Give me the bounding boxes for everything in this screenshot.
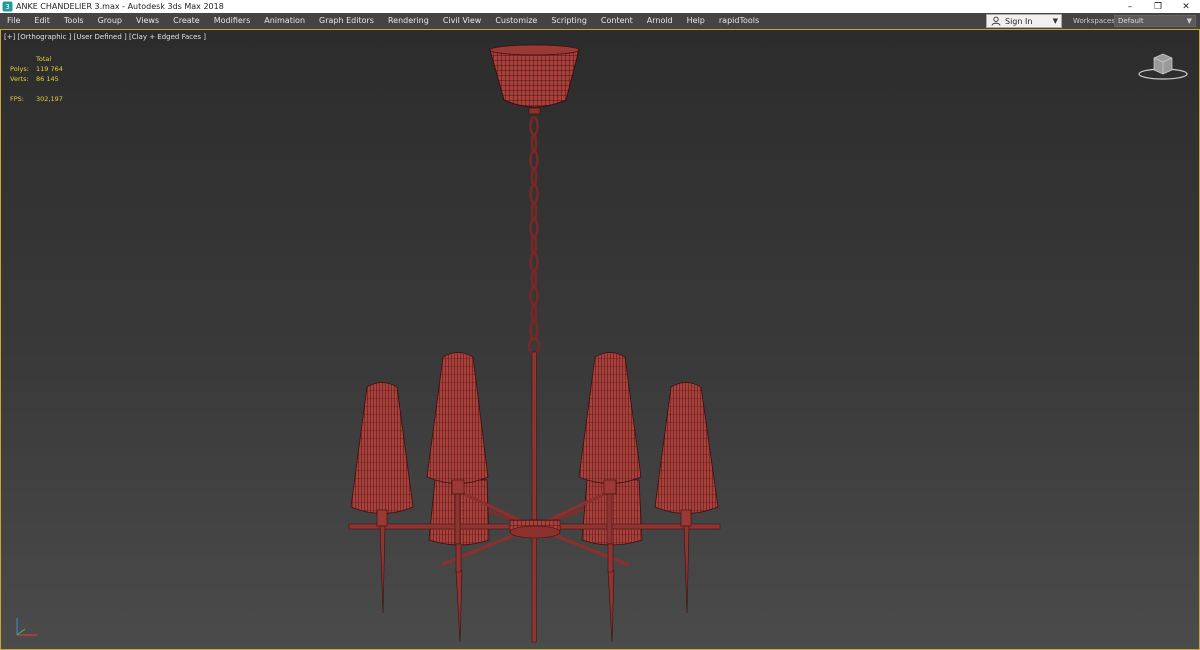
shade-far-right <box>654 382 719 614</box>
user-icon <box>991 16 1001 26</box>
menu-modifiers[interactable]: Modifiers <box>207 13 258 29</box>
polys-label: Polys: <box>10 65 29 73</box>
axis-tripod-icon <box>16 618 37 636</box>
viewport-label[interactable]: [+] [Orthographic ] [User Defined ] [Cla… <box>4 33 206 41</box>
perspective-viewport[interactable]: [+] [Orthographic ] [User Defined ] [Cla… <box>0 29 1200 650</box>
menu-graph-editors[interactable]: Graph Editors <box>312 13 381 29</box>
sign-in-dropdown[interactable]: Sign In ▼ <box>986 14 1062 28</box>
chevron-down-icon: ▼ <box>1052 17 1058 25</box>
viewcube-icon[interactable] <box>1137 52 1189 82</box>
menu-rapidtools[interactable]: rapidTools <box>712 13 766 29</box>
menu-content[interactable]: Content <box>594 13 640 29</box>
menu-help[interactable]: Help <box>680 13 712 29</box>
verts-value: 86 145 <box>36 75 59 83</box>
3ds-max-logo-icon: 3 <box>2 1 13 12</box>
menu-file[interactable]: File <box>0 13 27 29</box>
restore-button[interactable]: ❐ <box>1144 0 1172 13</box>
statistics-overlay: Total Polys: 119 764 Verts: 86 145 FPS: … <box>10 54 63 104</box>
svg-text:3: 3 <box>5 3 9 11</box>
window-title: ANKE CHANDELIER 3.max - Autodesk 3ds Max… <box>16 2 224 11</box>
minimize-button[interactable]: – <box>1116 0 1144 13</box>
sign-in-label: Sign In <box>1005 16 1033 26</box>
menu-group[interactable]: Group <box>91 13 129 29</box>
ceiling-canopy <box>489 44 580 115</box>
fps-value: 302,197 <box>36 95 63 103</box>
workspaces-label: Workspaces: <box>1073 17 1118 25</box>
menu-views[interactable]: Views <box>129 13 166 29</box>
menu-customize[interactable]: Customize <box>488 13 544 29</box>
menu-animation[interactable]: Animation <box>257 13 312 29</box>
menu-bar: File Edit Tools Group Views Create Modif… <box>0 13 1200 29</box>
stats-polys-row: Polys: 119 764 <box>10 64 63 74</box>
menu-scripting[interactable]: Scripting <box>544 13 594 29</box>
workspaces-select[interactable]: Default ▼ <box>1114 15 1196 27</box>
menu-civil-view[interactable]: Civil View <box>436 13 489 29</box>
menu-tools[interactable]: Tools <box>57 13 91 29</box>
verts-label: Verts: <box>10 75 29 83</box>
chain <box>527 115 541 356</box>
chevron-down-icon: ▼ <box>1186 17 1192 25</box>
menu-create[interactable]: Create <box>166 13 207 29</box>
polys-value: 119 764 <box>36 65 63 73</box>
fps-label: FPS: <box>10 95 24 103</box>
menu-rendering[interactable]: Rendering <box>381 13 436 29</box>
menu-arnold[interactable]: Arnold <box>640 13 680 29</box>
workspaces-value: Default <box>1118 17 1144 25</box>
close-button[interactable]: ✕ <box>1172 0 1200 13</box>
center-rod <box>531 351 537 643</box>
chandelier-model[interactable] <box>1 30 1200 650</box>
window-controls: – ❐ ✕ <box>1116 0 1200 13</box>
shade-far-left <box>350 382 414 614</box>
stats-verts-row: Verts: 86 145 <box>10 74 63 84</box>
central-hub <box>509 519 561 539</box>
menu-edit[interactable]: Edit <box>27 13 57 29</box>
stats-header: Total <box>36 55 52 63</box>
stats-fps-row: FPS: 302,197 <box>10 94 63 104</box>
title-bar: 3 ANKE CHANDELIER 3.max - Autodesk 3ds M… <box>0 0 1200 13</box>
